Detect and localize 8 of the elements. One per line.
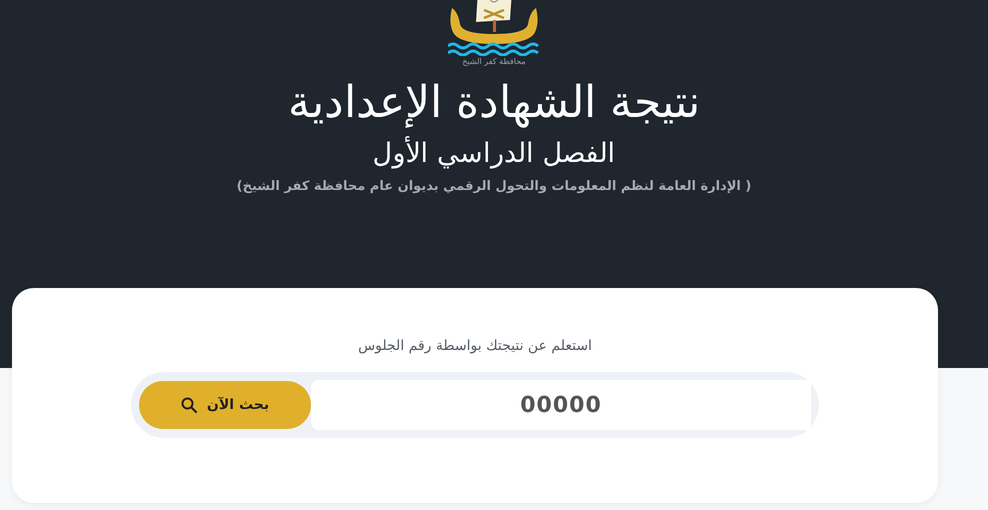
search-label: استعلم عن نتيجتك بواسطة رقم الجلوس xyxy=(358,338,592,354)
department-note: ( الإدارة العامة لنظم المعلومات والتحول الرقمي بديوان عام محافظة كفر الشيخ) xyxy=(236,179,752,194)
seat-number-field[interactable]: 00000 xyxy=(311,380,811,430)
page-title: نتيجة الشهادة الإعدادية xyxy=(288,76,700,130)
page-subtitle: الفصل الدراسي الأول xyxy=(372,135,616,171)
search-icon xyxy=(180,397,197,413)
search-button[interactable]: بحث الآن xyxy=(139,381,311,429)
logo-caption: محافظة كفر الشيخ xyxy=(462,57,526,67)
